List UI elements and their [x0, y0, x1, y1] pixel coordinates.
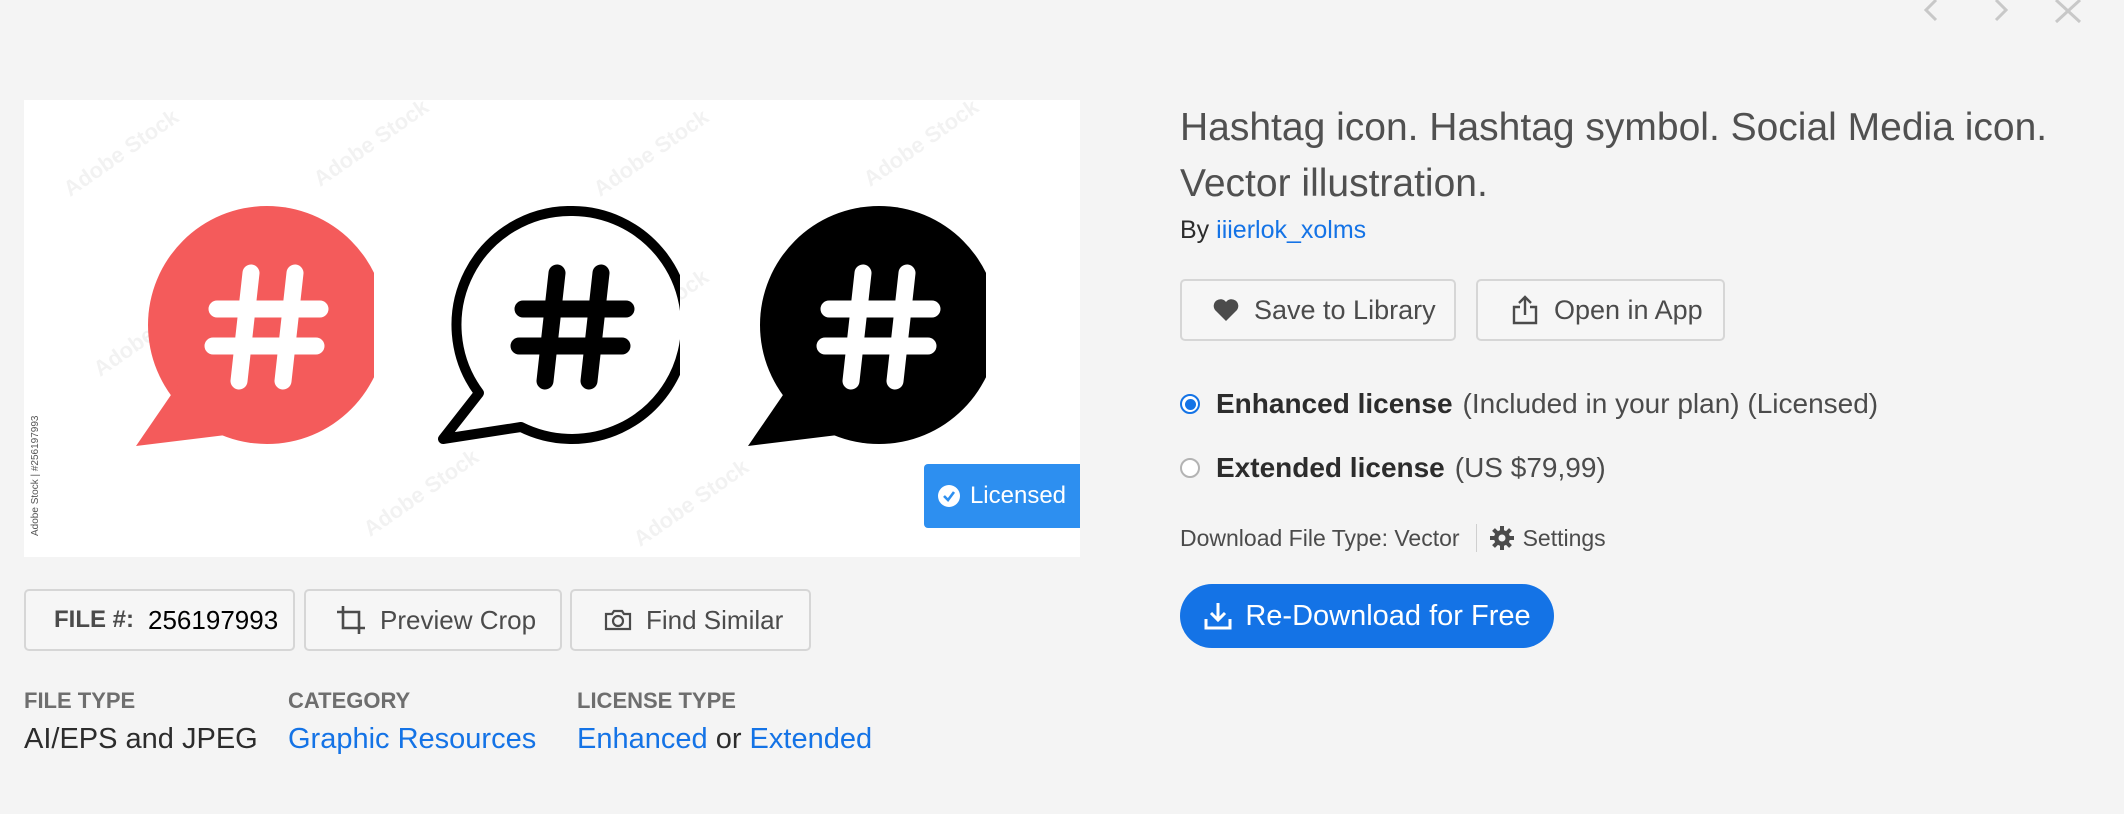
- chevron-left-icon[interactable]: [1918, 0, 1944, 26]
- divider: [1475, 524, 1477, 552]
- category-label: CATEGORY: [288, 688, 411, 713]
- save-to-library-button[interactable]: Save to Library: [1180, 279, 1456, 341]
- watermark: Adobe Stock: [628, 453, 754, 552]
- redownload-button[interactable]: Re-Download for Free: [1180, 584, 1554, 648]
- save-to-library-label: Save to Library: [1254, 294, 1436, 325]
- download-options: Download File Type: Vector Settings: [1180, 524, 1606, 552]
- extended-license-option[interactable]: Extended license (US $79,99): [1180, 452, 1606, 484]
- license-or-text: or: [715, 723, 742, 755]
- preview-crop-label: Preview Crop: [380, 604, 537, 635]
- extended-license-name: Extended license: [1216, 452, 1445, 483]
- preview-crop-button[interactable]: Preview Crop: [304, 589, 562, 651]
- author-byline: By iiierlok_xolms: [1180, 216, 1366, 245]
- hashtag-bubble-black-icon: [736, 206, 998, 461]
- hashtag-bubble-red-icon: [124, 206, 386, 461]
- asset-preview[interactable]: Adobe Stock Adobe Stock Adobe Stock Adob…: [24, 100, 1080, 557]
- author-link[interactable]: iiierlok_xolms: [1216, 216, 1366, 244]
- enhanced-license-link[interactable]: Enhanced: [577, 723, 708, 755]
- watermark: Adobe Stock: [588, 103, 714, 202]
- top-navigation: [1910, 0, 2090, 28]
- redownload-label: Re-Download for Free: [1245, 599, 1531, 632]
- settings-link[interactable]: Settings: [1523, 525, 1606, 552]
- download-icon: [1203, 601, 1233, 631]
- file-type-label: FILE TYPE: [24, 688, 136, 713]
- heart-icon: [1212, 298, 1240, 322]
- close-icon[interactable]: [2054, 0, 2082, 26]
- download-file-type: Download File Type: Vector: [1180, 524, 1460, 551]
- open-in-app-button[interactable]: Open in App: [1476, 279, 1725, 341]
- gear-icon[interactable]: [1489, 525, 1515, 551]
- find-similar-button[interactable]: Find Similar: [570, 589, 811, 651]
- crop-icon: [336, 605, 366, 635]
- enhanced-license-name: Enhanced license: [1216, 388, 1453, 419]
- chevron-right-icon[interactable]: [1988, 0, 2014, 26]
- watermark: Adobe Stock: [58, 103, 184, 202]
- share-icon: [1510, 295, 1540, 325]
- open-in-app-label: Open in App: [1554, 294, 1703, 325]
- file-number-label: FILE #:: [54, 606, 135, 633]
- enhanced-license-radio[interactable]: [1180, 394, 1200, 414]
- enhanced-license-option[interactable]: Enhanced license (Included in your plan)…: [1180, 388, 1878, 420]
- hashtag-bubble-outline-icon: [430, 205, 691, 461]
- licensed-badge: Licensed: [924, 464, 1080, 528]
- check-circle-icon: [937, 485, 960, 507]
- watermark: Adobe Stock: [858, 100, 984, 192]
- category-link[interactable]: Graphic Resources: [288, 723, 536, 756]
- side-credit: Adobe Stock | #256197993: [30, 415, 41, 536]
- license-type-label: LICENSE TYPE: [577, 688, 736, 713]
- by-text: By: [1180, 216, 1210, 244]
- extended-license-detail: (US $79,99): [1454, 452, 1606, 483]
- license-type-value: Enhanced or Extended: [577, 723, 872, 756]
- asset-title: Hashtag icon. Hashtag symbol. Social Med…: [1180, 106, 2048, 205]
- enhanced-license-detail: (Included in your plan) (Licensed): [1462, 388, 1879, 419]
- file-number-value: 256197993: [148, 604, 279, 635]
- licensed-badge-label: Licensed: [969, 482, 1067, 509]
- find-similar-label: Find Similar: [646, 604, 784, 635]
- file-number-field[interactable]: FILE #: 256197993: [24, 589, 295, 651]
- file-type-value: AI/EPS and JPEG: [24, 723, 258, 755]
- extended-license-link[interactable]: Extended: [750, 723, 873, 755]
- watermark: Adobe Stock: [308, 100, 434, 192]
- extended-license-radio[interactable]: [1180, 458, 1200, 478]
- camera-icon: [604, 608, 632, 632]
